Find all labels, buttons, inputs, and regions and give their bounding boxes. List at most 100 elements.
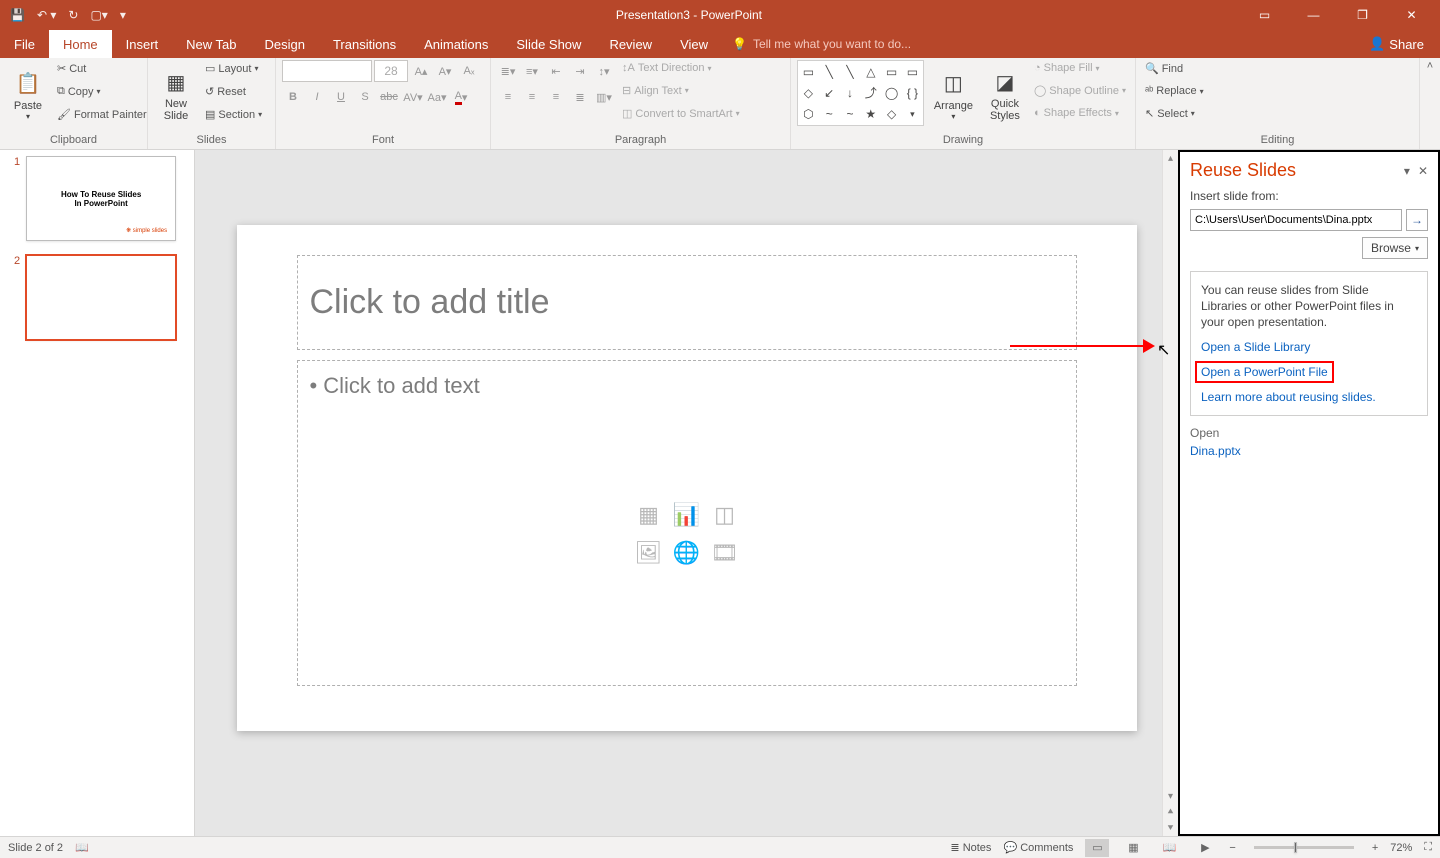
shapes-gallery[interactable]: ▭╲╲△▭▭ ◇↙↓⤴◯{ } ⬡~~★◇▾	[797, 60, 924, 126]
insert-from-path-input[interactable]	[1190, 209, 1402, 231]
qat-customize-icon[interactable]: ▾	[120, 8, 126, 22]
paste-button[interactable]: 📋 Paste ▾	[6, 60, 50, 128]
insert-chart-icon[interactable]: 📊	[670, 498, 704, 532]
tab-file[interactable]: File	[0, 30, 49, 58]
ribbon-display-options-icon[interactable]: ▭	[1242, 1, 1287, 29]
fit-to-window-button[interactable]: ⛶	[1424, 841, 1432, 854]
italic-button[interactable]: I	[306, 86, 328, 108]
tab-newtab[interactable]: New Tab	[172, 30, 250, 58]
go-button[interactable]: →	[1406, 209, 1428, 231]
line-spacing-button[interactable]: ↕▾	[593, 60, 615, 82]
strikethrough-button[interactable]: abc	[378, 86, 400, 108]
underline-button[interactable]: U	[330, 86, 352, 108]
zoom-out-button[interactable]: −	[1229, 842, 1235, 854]
font-size-combo[interactable]: 28	[374, 60, 408, 82]
share-button[interactable]: 👤 Share	[1353, 30, 1440, 58]
font-name-combo[interactable]	[282, 60, 372, 82]
comments-button[interactable]: 💬 Comments	[1003, 841, 1073, 854]
new-slide-button[interactable]: ▦ New Slide	[154, 60, 198, 128]
learn-more-link[interactable]: Learn more about reusing slides.	[1201, 389, 1417, 405]
zoom-slider[interactable]	[1254, 846, 1354, 849]
close-pane-icon[interactable]: ✕	[1418, 164, 1428, 178]
browse-button[interactable]: Browse▾	[1362, 237, 1428, 259]
start-from-beginning-icon[interactable]: ▢▾	[90, 8, 107, 22]
justify-button[interactable]: ≣	[569, 86, 591, 108]
redo-icon[interactable]: ↻	[68, 8, 78, 22]
vertical-scrollbar[interactable]: ▴ ▾ ⯅ ⯆	[1162, 150, 1178, 836]
undo-icon[interactable]: ↶ ▾	[37, 8, 56, 22]
thumbnail-2[interactable]: 2	[14, 255, 180, 340]
shape-effects-button[interactable]: ◐Shape Effects▾	[1031, 105, 1129, 121]
open-slide-library-link[interactable]: Open a Slide Library	[1201, 339, 1417, 355]
character-spacing-button[interactable]: AV▾	[402, 86, 424, 108]
normal-view-button[interactable]: ▭	[1085, 839, 1109, 857]
zoom-in-button[interactable]: +	[1372, 842, 1378, 854]
tab-slideshow[interactable]: Slide Show	[502, 30, 595, 58]
notes-button[interactable]: ≣ Notes	[950, 841, 991, 854]
font-color-button[interactable]: A▾	[450, 86, 472, 108]
section-button[interactable]: ▤Section▾	[202, 106, 265, 123]
numbering-button[interactable]: ≡▾	[521, 60, 543, 82]
content-placeholder[interactable]: •Click to add text ▦ 📊 ◫ 🖼 🌐 🎞	[297, 360, 1077, 686]
increase-indent-button[interactable]: ⇥	[569, 60, 591, 82]
insert-smartart-icon[interactable]: ◫	[708, 498, 742, 532]
convert-smartart-button[interactable]: ◫Convert to SmartArt▾	[619, 105, 743, 122]
align-text-button[interactable]: ⊟Align Text▾	[619, 82, 743, 99]
columns-button[interactable]: ▥▾	[593, 86, 615, 108]
tab-transitions[interactable]: Transitions	[319, 30, 410, 58]
slide-sorter-view-button[interactable]: ▦	[1121, 839, 1145, 857]
shape-fill-button[interactable]: ◔Shape Fill▾	[1031, 60, 1129, 76]
collapse-ribbon-icon[interactable]: ˄	[1420, 58, 1440, 149]
insert-video-icon[interactable]: 🎞	[708, 536, 742, 570]
text-direction-button[interactable]: ↕AText Direction▾	[619, 60, 743, 76]
slideshow-view-button[interactable]: ▶	[1193, 839, 1217, 857]
arrange-button[interactable]: ◫ Arrange ▾	[928, 60, 979, 128]
spell-check-icon[interactable]: 📖	[75, 841, 89, 854]
tell-me-search[interactable]: 💡 Tell me what you want to do...	[722, 30, 1353, 58]
pane-options-icon[interactable]: ▾	[1404, 164, 1410, 178]
insert-online-pictures-icon[interactable]: 🌐	[670, 536, 704, 570]
select-button[interactable]: ↖Select▾	[1142, 105, 1207, 122]
cut-button[interactable]: ✂Cut	[54, 60, 150, 77]
recent-file-link[interactable]: Dina.pptx	[1190, 444, 1428, 458]
tab-review[interactable]: Review	[595, 30, 666, 58]
tab-animations[interactable]: Animations	[410, 30, 502, 58]
tab-design[interactable]: Design	[251, 30, 319, 58]
next-slide-icon[interactable]: ⯆	[1167, 820, 1175, 836]
slide-canvas[interactable]: Click to add title •Click to add text ▦ …	[237, 225, 1137, 731]
bullets-button[interactable]: ≣▾	[497, 60, 519, 82]
thumbnail-1[interactable]: 1 How To Reuse Slides In PowerPoint ❋ si…	[14, 156, 180, 241]
zoom-level[interactable]: 72%	[1390, 842, 1412, 854]
close-button[interactable]: ✕	[1389, 1, 1434, 29]
title-placeholder[interactable]: Click to add title	[297, 255, 1077, 350]
align-right-button[interactable]: ≡	[545, 86, 567, 108]
quick-styles-button[interactable]: ◪ Quick Styles	[983, 60, 1027, 128]
reset-button[interactable]: ↺Reset	[202, 83, 265, 100]
reading-view-button[interactable]: 📖	[1157, 839, 1181, 857]
change-case-button[interactable]: Aa▾	[426, 86, 448, 108]
insert-table-icon[interactable]: ▦	[632, 498, 666, 532]
replace-button[interactable]: ᵃᵇReplace▾	[1142, 83, 1207, 99]
decrease-font-icon[interactable]: A▾	[434, 60, 456, 82]
bold-button[interactable]: B	[282, 86, 304, 108]
scroll-down-icon[interactable]: ▾	[1168, 788, 1173, 804]
shadow-button[interactable]: S	[354, 86, 376, 108]
tab-view[interactable]: View	[666, 30, 722, 58]
scroll-up-icon[interactable]: ▴	[1168, 150, 1173, 166]
shape-outline-button[interactable]: ◯Shape Outline▾	[1031, 82, 1129, 99]
thumbnail-slide-2[interactable]	[26, 255, 176, 340]
minimize-button[interactable]: —	[1291, 1, 1336, 29]
increase-font-icon[interactable]: A▴	[410, 60, 432, 82]
insert-pictures-icon[interactable]: 🖼	[632, 536, 666, 570]
copy-button[interactable]: ⧉Copy▾	[54, 83, 150, 100]
format-painter-button[interactable]: 🖌Format Painter	[54, 106, 150, 123]
align-center-button[interactable]: ≡	[521, 86, 543, 108]
clear-formatting-icon[interactable]: Aₓ	[458, 60, 480, 82]
find-button[interactable]: 🔍Find	[1142, 60, 1207, 77]
maximize-button[interactable]: ❐	[1340, 1, 1385, 29]
thumbnail-slide-1[interactable]: How To Reuse Slides In PowerPoint ❋ simp…	[26, 156, 176, 241]
open-powerpoint-file-link[interactable]: Open a PowerPoint File	[1197, 363, 1332, 381]
tab-insert[interactable]: Insert	[112, 30, 173, 58]
save-icon[interactable]: 💾	[10, 8, 25, 22]
decrease-indent-button[interactable]: ⇤	[545, 60, 567, 82]
